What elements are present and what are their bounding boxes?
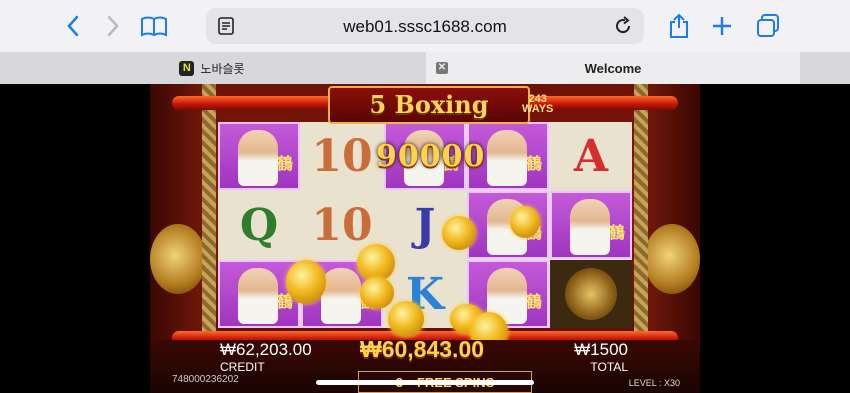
- total-bet-value: ₩1500: [574, 340, 628, 359]
- coin-icon: [360, 277, 394, 309]
- browser-toolbar: web01.sssc1688.com: [0, 0, 850, 52]
- tab-welcome[interactable]: ✕ Welcome: [426, 52, 800, 84]
- rope-left: [202, 84, 216, 354]
- close-tab-icon[interactable]: ✕: [436, 62, 448, 74]
- boxer-symbol: 鶴: [218, 122, 300, 190]
- ways-label: WAYS: [522, 103, 554, 115]
- home-indicator: [316, 380, 534, 385]
- rope-right: [634, 84, 648, 354]
- coin-icon: [388, 301, 424, 337]
- share-icon[interactable]: [663, 10, 695, 42]
- forward-icon[interactable]: [97, 10, 129, 42]
- credit-label: CREDIT: [220, 360, 265, 374]
- total-bet-label: TOTAL: [590, 360, 628, 374]
- coin-icon: [286, 260, 326, 304]
- drum-left-icon: [150, 224, 206, 294]
- boxer-figure-icon: [238, 268, 278, 324]
- level-indicator: LEVEL : X30: [628, 378, 680, 388]
- win-amount: ₩60,843.00: [360, 336, 485, 362]
- ways-badge: 243 WAYS: [522, 94, 554, 115]
- card-symbol-q: Q: [239, 199, 279, 251]
- browser-chrome: web01.sssc1688.com N 노바슬롯 ✕ Welcome: [0, 0, 850, 84]
- boxer-figure-icon: [321, 268, 361, 324]
- crane-glyph: 鶴: [276, 154, 293, 173]
- card-symbol-a: A: [573, 130, 609, 182]
- round-serial: 748000236202: [172, 374, 239, 385]
- crane-glyph: 鶴: [525, 292, 542, 311]
- title-plate: 5 Boxing: [328, 86, 530, 124]
- url-text: web01.sssc1688.com: [343, 17, 507, 36]
- boxer-figure-icon: [487, 130, 527, 186]
- boxer-figure-icon: [238, 130, 278, 186]
- back-icon[interactable]: [57, 10, 89, 42]
- drum-right-icon: [644, 224, 700, 294]
- level-value: X30: [663, 378, 680, 388]
- level-label: LEVEL: [628, 378, 657, 388]
- crane-glyph: 鶴: [608, 223, 625, 242]
- tab-label: Welcome: [584, 60, 642, 76]
- tab-bar: N 노바슬롯 ✕ Welcome: [0, 52, 850, 84]
- tab-novaslot[interactable]: N 노바슬롯: [0, 52, 424, 84]
- boxer-figure-icon: [570, 199, 610, 255]
- status-bar: ₩62,203.00 CREDIT ₩60,843.00 ₩1500 TOTAL…: [150, 336, 700, 393]
- reload-icon[interactable]: [612, 15, 634, 37]
- slot-game: 鶴Q鶴1010鶴鶴JK鶴鶴鶴A鶴 5 Boxing 243 WAYS 90000…: [150, 84, 700, 393]
- boxer-symbol: 鶴: [550, 191, 632, 259]
- game-title: 5 Boxing: [369, 90, 489, 119]
- coin-icon: [442, 216, 476, 250]
- coin-icon: [510, 206, 540, 238]
- address-bar[interactable]: web01.sssc1688.com: [206, 8, 644, 44]
- gong-symbol: [550, 260, 632, 328]
- tab-label: 노바슬롯: [200, 61, 245, 76]
- new-tab-icon[interactable]: [706, 10, 738, 42]
- card-symbol-10: 10: [311, 130, 373, 182]
- gong-icon: [565, 268, 617, 320]
- bookmarks-icon[interactable]: [138, 10, 170, 42]
- crane-glyph: 鶴: [525, 154, 542, 173]
- tab-empty[interactable]: [802, 52, 850, 84]
- win-popup: 90000: [376, 139, 486, 174]
- credit-value: ₩62,203.00: [220, 340, 312, 359]
- tabs-icon[interactable]: [752, 10, 784, 42]
- tab-favicon: N: [179, 60, 195, 76]
